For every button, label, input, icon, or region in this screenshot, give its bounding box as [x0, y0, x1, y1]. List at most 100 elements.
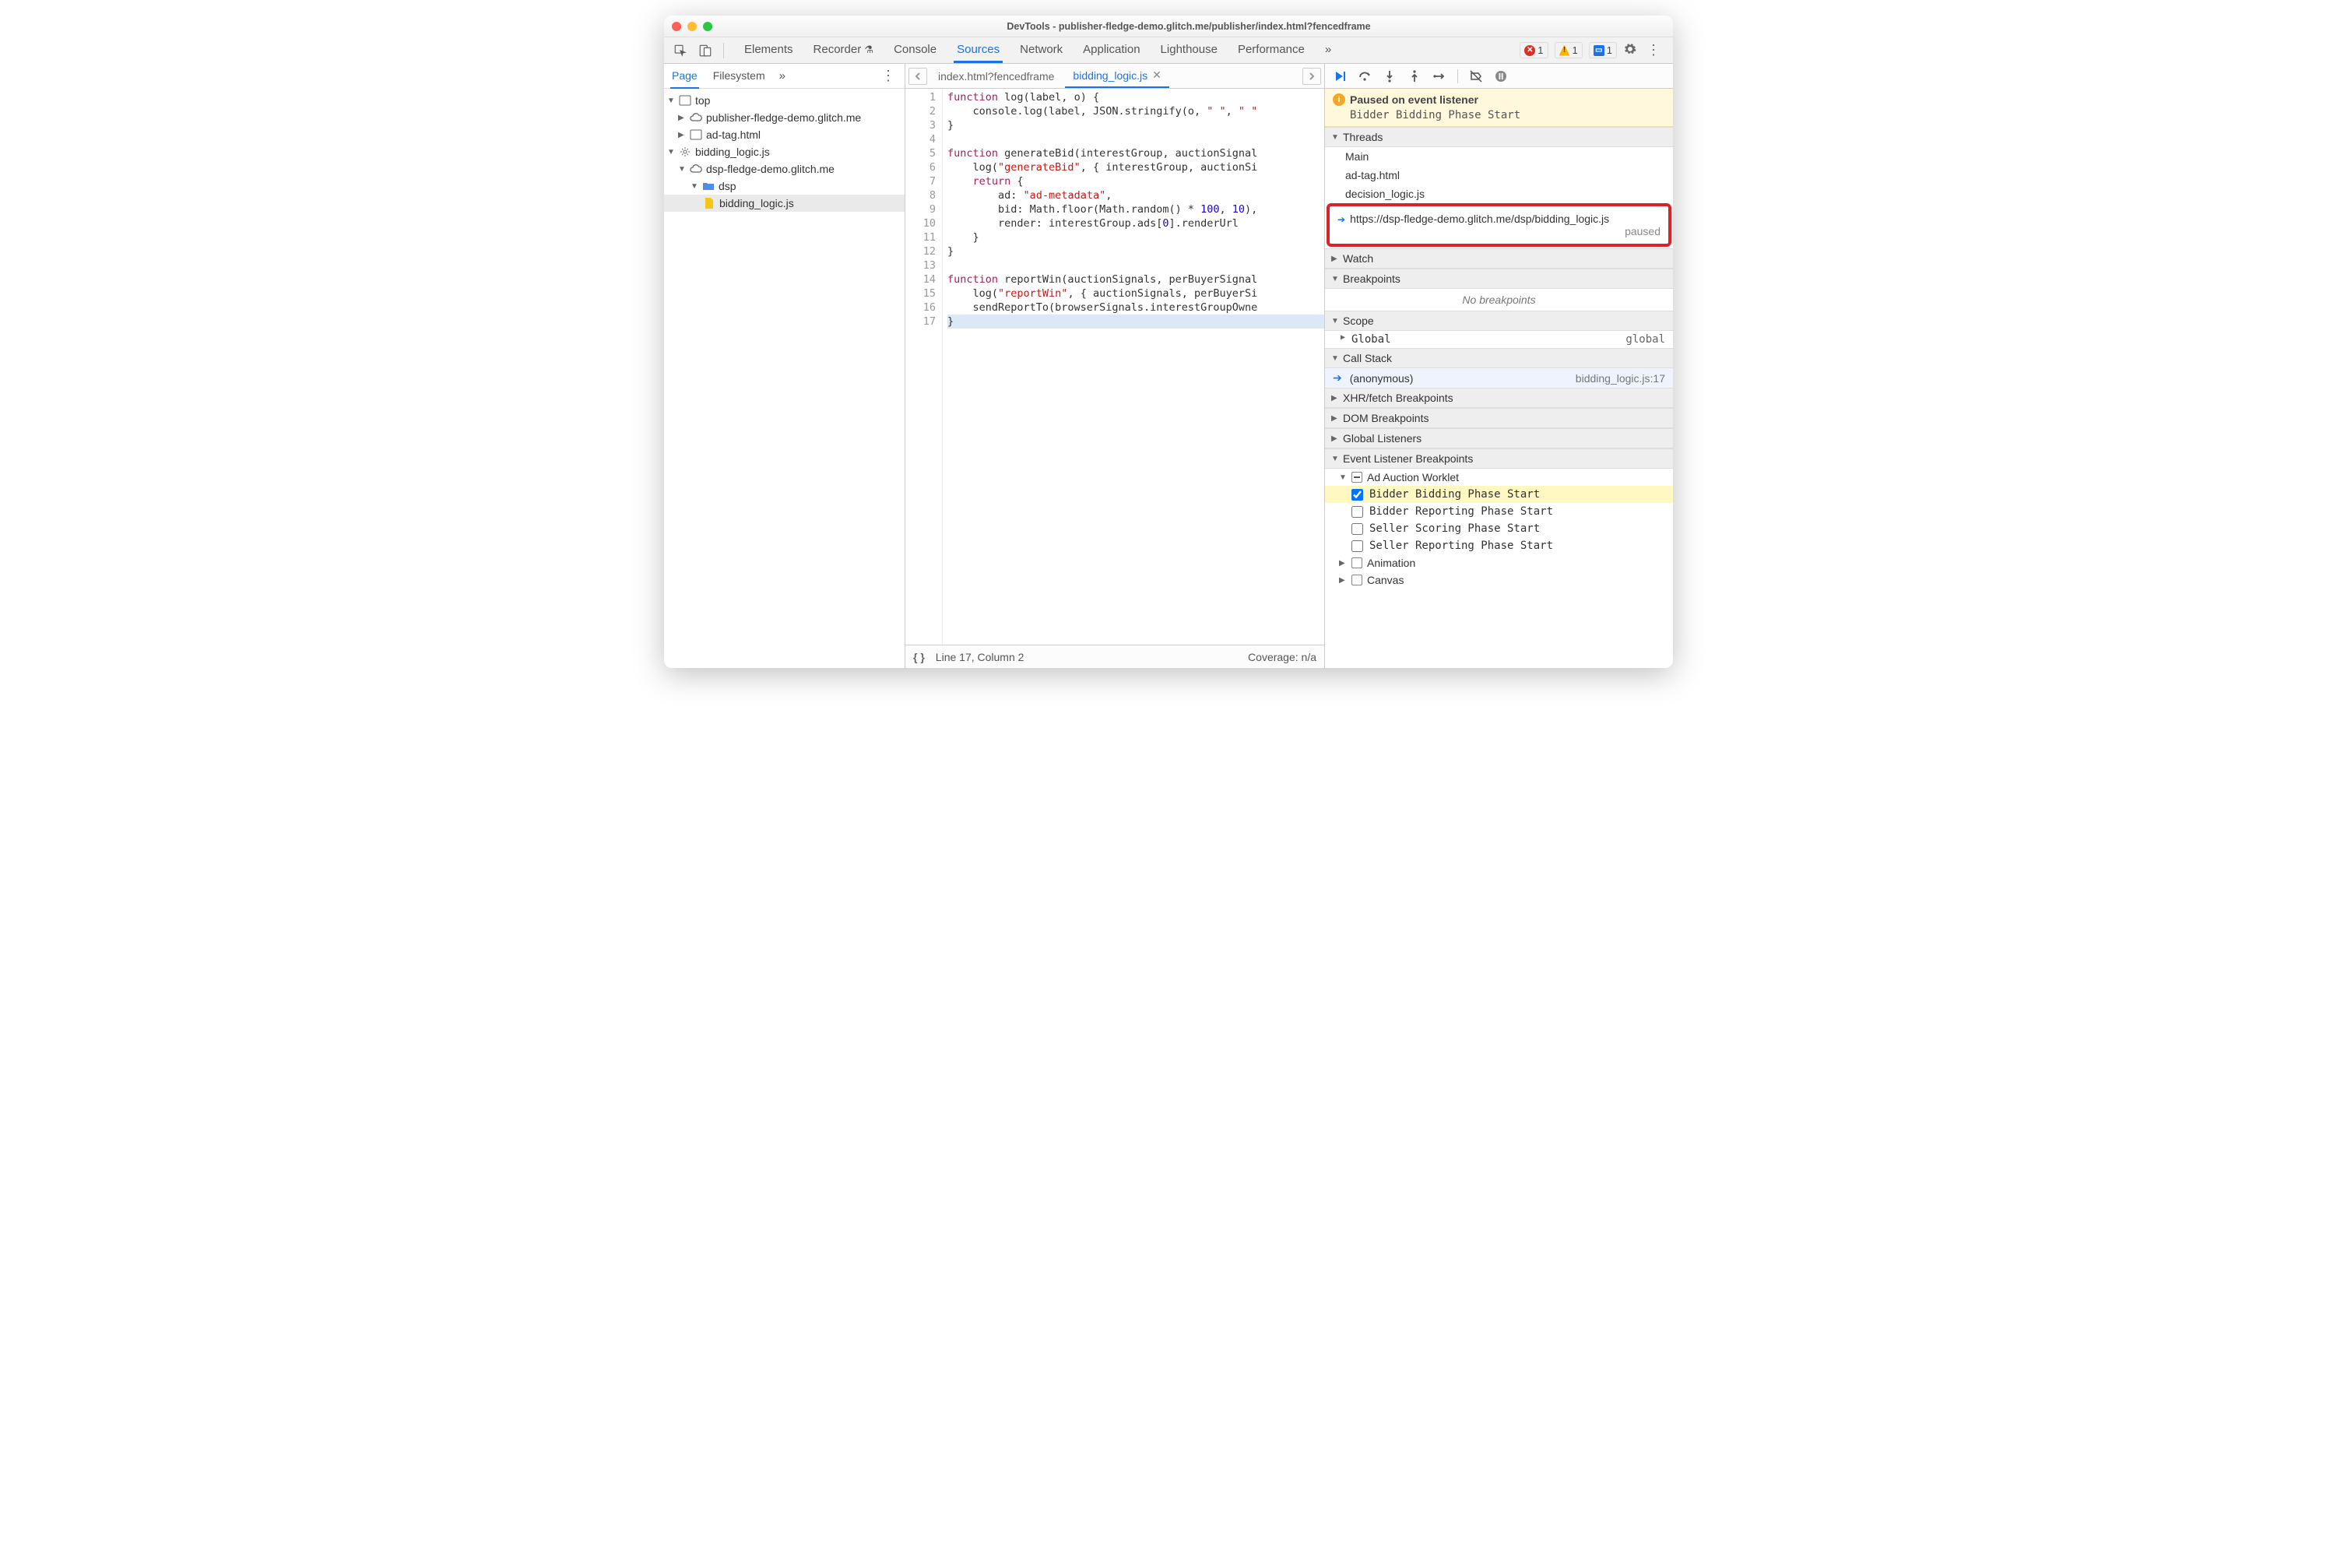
no-breakpoints-label: No breakpoints: [1325, 289, 1673, 311]
main-toolbar: Elements Recorder ⚗ Console Sources Netw…: [664, 37, 1673, 64]
checkbox-icon[interactable]: [1351, 557, 1362, 568]
editor-tabstrip: index.html?fencedframe bidding_logic.js✕: [905, 64, 1324, 89]
checkbox-ev2[interactable]: [1351, 506, 1363, 518]
thread-adtag[interactable]: ad-tag.html: [1325, 166, 1673, 185]
paused-reason: Bidder Bidding Phase Start: [1333, 109, 1665, 121]
checkbox-indeterminate-icon[interactable]: [1351, 472, 1362, 483]
tree-top[interactable]: top: [664, 92, 905, 109]
thread-active[interactable]: ➔ https://dsp-fledge-demo.glitch.me/dsp/…: [1333, 209, 1665, 241]
section-scope[interactable]: Scope: [1325, 311, 1673, 331]
section-event-listeners[interactable]: Event Listener Breakpoints: [1325, 448, 1673, 469]
elb-cat-animation[interactable]: Animation: [1325, 554, 1673, 571]
editor-tab-index[interactable]: index.html?fencedframe: [930, 65, 1062, 87]
thread-decision[interactable]: decision_logic.js: [1325, 185, 1673, 203]
coverage-label: Coverage: n/a: [1248, 651, 1316, 663]
tree-adtag[interactable]: ad-tag.html: [664, 126, 905, 143]
tab-recorder[interactable]: Recorder ⚗: [810, 38, 877, 63]
code-editor[interactable]: 1234567891011121314151617 function log(l…: [905, 89, 1324, 645]
deactivate-breakpoints-icon[interactable]: [1466, 67, 1486, 86]
kebab-menu-icon[interactable]: ⋮: [1643, 42, 1664, 58]
tree-dsp-folder[interactable]: dsp: [664, 178, 905, 195]
checkbox-icon[interactable]: [1351, 575, 1362, 585]
tree-bidding-exec[interactable]: bidding_logic.js: [664, 143, 905, 160]
warning-badge[interactable]: !1: [1555, 42, 1583, 58]
inspect-icon[interactable]: [669, 40, 692, 61]
callstack-frame[interactable]: ➔(anonymous)bidding_logic.js:17: [1325, 368, 1673, 388]
scope-global[interactable]: Globalglobal: [1325, 331, 1673, 348]
issues-badge[interactable]: ▭1: [1589, 42, 1617, 58]
tab-sources[interactable]: Sources: [954, 38, 1003, 63]
elb-ev3[interactable]: Seller Scoring Phase Start: [1325, 520, 1673, 537]
checkbox-ev1[interactable]: [1351, 489, 1363, 501]
gear-icon: [679, 146, 691, 158]
cloud-icon: [690, 111, 702, 124]
device-toggle-icon[interactable]: [694, 40, 717, 61]
main-tabs: Elements Recorder ⚗ Console Sources Netw…: [741, 38, 1518, 63]
subtab-page[interactable]: Page: [670, 64, 699, 89]
js-file-icon: [703, 197, 715, 209]
checkbox-ev3[interactable]: [1351, 523, 1363, 535]
editor-tab-bidding[interactable]: bidding_logic.js✕: [1065, 64, 1168, 88]
tab-lighthouse[interactable]: Lighthouse: [1158, 38, 1221, 63]
thread-main[interactable]: Main: [1325, 147, 1673, 166]
tree-dsp-site[interactable]: dsp-fledge-demo.glitch.me: [664, 160, 905, 178]
step-out-icon[interactable]: [1404, 67, 1425, 86]
minimize-window-icon[interactable]: [687, 22, 697, 31]
code-area[interactable]: function log(label, o) { console.log(lab…: [943, 89, 1324, 645]
active-thread-highlight: ➔ https://dsp-fledge-demo.glitch.me/dsp/…: [1327, 203, 1671, 247]
error-badge[interactable]: ✕1: [1520, 42, 1548, 58]
tab-application[interactable]: Application: [1080, 38, 1143, 63]
pause-exceptions-icon[interactable]: [1491, 67, 1511, 86]
resume-icon[interactable]: [1330, 67, 1350, 86]
step-into-icon[interactable]: [1379, 67, 1400, 86]
step-over-icon[interactable]: [1355, 67, 1375, 86]
section-threads[interactable]: Threads: [1325, 127, 1673, 147]
elb-ev4[interactable]: Seller Reporting Phase Start: [1325, 537, 1673, 554]
more-subtabs-icon[interactable]: »: [779, 69, 785, 83]
elb-ev1[interactable]: Bidder Bidding Phase Start: [1325, 486, 1673, 503]
section-xhr[interactable]: XHR/fetch Breakpoints: [1325, 388, 1673, 408]
close-window-icon[interactable]: [672, 22, 681, 31]
frame-icon: [690, 128, 702, 141]
nav-forward-icon[interactable]: [1302, 68, 1321, 85]
flask-icon: ⚗: [864, 44, 873, 55]
section-callstack[interactable]: Call Stack: [1325, 348, 1673, 368]
checkbox-ev4[interactable]: [1351, 540, 1363, 552]
settings-icon[interactable]: [1623, 42, 1637, 58]
more-tabs-icon[interactable]: »: [1322, 38, 1334, 63]
elb-cat-canvas[interactable]: Canvas: [1325, 571, 1673, 589]
tree-bidding-file[interactable]: bidding_logic.js: [664, 195, 905, 212]
info-icon: i: [1333, 93, 1345, 106]
cursor-position: Line 17, Column 2: [936, 651, 1024, 663]
subtab-filesystem[interactable]: Filesystem: [712, 64, 767, 89]
step-icon[interactable]: [1429, 67, 1450, 86]
section-global-listeners[interactable]: Global Listeners: [1325, 428, 1673, 448]
tab-performance[interactable]: Performance: [1235, 38, 1308, 63]
zoom-window-icon[interactable]: [703, 22, 712, 31]
section-watch[interactable]: Watch: [1325, 248, 1673, 269]
paused-banner: iPaused on event listener Bidder Bidding…: [1325, 89, 1673, 127]
devtools-window: DevTools - publisher-fledge-demo.glitch.…: [664, 16, 1673, 668]
elb-cat-ad-auction[interactable]: Ad Auction Worklet: [1325, 469, 1673, 486]
editor-statusbar: { } Line 17, Column 2 Coverage: n/a: [905, 645, 1324, 668]
tab-console[interactable]: Console: [891, 38, 940, 63]
frame-icon: [679, 94, 691, 107]
tab-elements[interactable]: Elements: [741, 38, 796, 63]
nav-back-icon[interactable]: [908, 68, 927, 85]
section-dom[interactable]: DOM Breakpoints: [1325, 408, 1673, 428]
close-tab-icon[interactable]: ✕: [1152, 69, 1161, 82]
thread-status: paused: [1350, 225, 1660, 237]
thread-url: https://dsp-fledge-demo.glitch.me/dsp/bi…: [1350, 213, 1660, 225]
debugger-scroll[interactable]: Threads Main ad-tag.html decision_logic.…: [1325, 127, 1673, 668]
error-icon: ✕: [1524, 45, 1535, 56]
current-frame-arrow-icon: ➔: [1333, 371, 1342, 385]
warning-icon: !: [1559, 45, 1570, 56]
tree-site1[interactable]: publisher-fledge-demo.glitch.me: [664, 109, 905, 126]
file-tree: top publisher-fledge-demo.glitch.me ad-t…: [664, 89, 905, 215]
tab-network[interactable]: Network: [1017, 38, 1066, 63]
elb-ev2[interactable]: Bidder Reporting Phase Start: [1325, 503, 1673, 520]
navigator-menu-icon[interactable]: ⋮: [878, 68, 898, 84]
pretty-print-icon[interactable]: { }: [913, 651, 925, 663]
issues-icon: ▭: [1594, 45, 1604, 56]
section-breakpoints[interactable]: Breakpoints: [1325, 269, 1673, 289]
